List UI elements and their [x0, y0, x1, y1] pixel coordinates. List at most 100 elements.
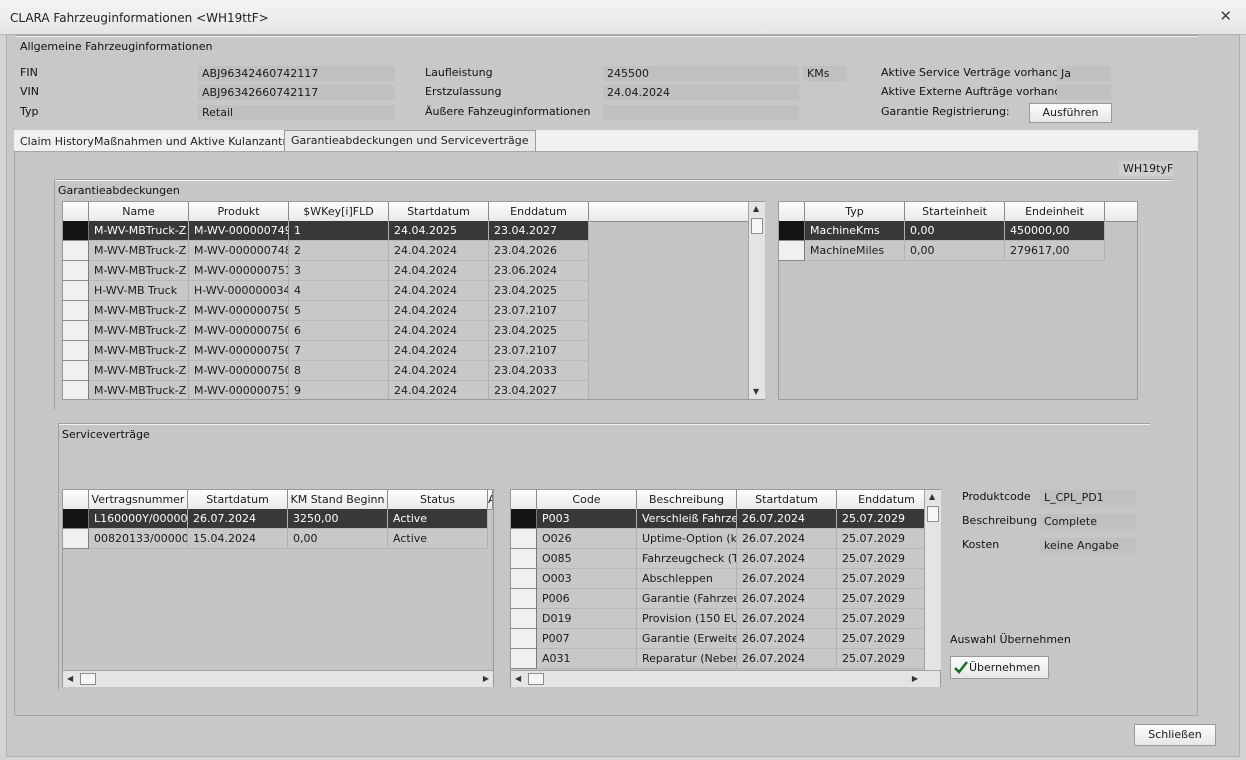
garantie-vscrollbar[interactable]: ▲ ▼ [748, 202, 765, 399]
codes-row[interactable]: A031 Reparatur (Neben 26.07.2024 25.07.2029 [511, 649, 940, 669]
service-cell: 0,00 [288, 529, 388, 549]
garantie-column-header[interactable]: $WKey[i]FLD [289, 202, 389, 221]
service-row[interactable]: 00820133/000001 15.04.2024 0,00 Active [63, 529, 493, 549]
codes-row[interactable]: O003 Abschleppen 26.07.2024 25.07.2029 [511, 569, 940, 589]
einheiten-row[interactable]: MachineMiles 0,00 279617,00 [779, 241, 1137, 261]
scroll-thumb[interactable] [751, 218, 763, 234]
scroll-right-icon[interactable]: ▶ [483, 674, 489, 683]
row-selector[interactable] [511, 609, 537, 629]
service-grid[interactable]: Vertragsnummer Startdatum KM Stand Beginn S… [62, 489, 494, 687]
service-column-header[interactable]: KM Stand Beginn [288, 490, 388, 509]
codes-hscrollbar[interactable]: ◀ ▶ [511, 670, 940, 687]
codes-row[interactable]: P003 Verschleiß Fahrze 26.07.2024 25.07.202… [511, 509, 940, 529]
codes-row[interactable]: P006 Garantie (Fahrzeu 26.07.2024 25.07.202… [511, 589, 940, 609]
tab-massnahmen[interactable]: Maßnahmen und Aktive Kulanzanträge [88, 132, 313, 152]
codes-row[interactable]: D019 Provision (150 EU 26.07.2024 25.07.202… [511, 609, 940, 629]
garantie-cell: 23.04.2027 [489, 381, 589, 399]
einheiten-row[interactable]: MachineKms 0,00 450000,00 [779, 221, 1137, 241]
tab-claim-history[interactable]: Claim History [14, 132, 100, 152]
garantie-row[interactable]: M-WV-MBTruck-Z M-WV-000000750 5 24.04.2024 2… [63, 301, 764, 321]
row-selector[interactable] [511, 569, 537, 589]
garantie-column-header[interactable]: Produkt [189, 202, 289, 221]
tab-garantieabdeckungen[interactable]: Garantieabdeckungen und Serviceverträge [284, 130, 536, 152]
service-column-header[interactable]: Vertragsnummer [89, 490, 188, 509]
service-column-header[interactable]: Startdatum [188, 490, 288, 509]
garantie-cell: M-WV-MBTruck-Z [89, 381, 189, 399]
codes-column-header[interactable]: Startdatum [737, 490, 837, 509]
service-vertraege-label: Aktive Service Verträge vorhanden [881, 66, 1073, 79]
garantie-row[interactable]: M-WV-MBTruck-Z M-WV-000000748 2 24.04.2024 2… [63, 241, 764, 261]
garantie-column-header[interactable]: Name [89, 202, 189, 221]
row-selector[interactable] [779, 221, 805, 241]
service-column-header[interactable]: A [488, 490, 493, 509]
row-selector[interactable] [63, 529, 89, 549]
row-selector[interactable] [63, 321, 89, 341]
garantie-cell: 1 [289, 221, 389, 241]
scroll-up-icon[interactable]: ▲ [929, 492, 935, 501]
row-selector[interactable] [63, 341, 89, 361]
row-selector[interactable] [63, 509, 89, 529]
uebernehmen-button[interactable]: Übernehmen [950, 656, 1049, 679]
scroll-thumb[interactable] [927, 506, 939, 522]
row-selector[interactable] [511, 629, 537, 649]
service-row[interactable]: L160000Y/00000 26.07.2024 3250,00 Active [63, 509, 493, 529]
row-selector[interactable] [511, 649, 537, 669]
garantie-cell: M-WV-MBTruck-Z [89, 361, 189, 381]
codes-grid[interactable]: Code Beschreibung Startdatum Enddatum P003 Ve… [510, 489, 941, 687]
codes-vscrollbar[interactable]: ▲ [924, 490, 941, 670]
row-selector[interactable] [63, 361, 89, 381]
codes-column-header[interactable]: Code [537, 490, 637, 509]
garantie-cell: M-WV-000000751 [189, 381, 289, 399]
einheiten-grid[interactable]: Typ Starteinheit Endeinheit MachineKms 0,00 4… [778, 201, 1138, 400]
garantie-cell: 23.04.2025 [489, 321, 589, 341]
row-selector[interactable] [63, 281, 89, 301]
row-selector[interactable] [63, 221, 89, 241]
typ-label: Typ [20, 105, 39, 118]
row-selector[interactable] [63, 301, 89, 321]
row-selector[interactable] [63, 241, 89, 261]
codes-column-header[interactable]: Enddatum [837, 490, 937, 509]
service-group-frame [58, 424, 1150, 425]
scroll-right-icon[interactable]: ▶ [912, 674, 918, 683]
einheiten-column-header[interactable]: Endeinheit [1005, 202, 1105, 221]
scroll-left-icon[interactable]: ◀ [515, 674, 521, 683]
row-selector[interactable] [63, 381, 89, 399]
codes-row[interactable]: O085 Fahrzeugcheck (T 26.07.2024 25.07.2029 [511, 549, 940, 569]
close-icon[interactable]: ✕ [1219, 7, 1232, 25]
service-column-header[interactable]: Status [388, 490, 488, 509]
scroll-up-icon[interactable]: ▲ [753, 204, 759, 213]
einheiten-column-header[interactable]: Typ [805, 202, 905, 221]
garantie-row[interactable]: M-WV-MBTruck-Z M-WV-000000751 3 24.04.2024 2… [63, 261, 764, 281]
scroll-down-icon[interactable]: ▼ [753, 387, 759, 396]
garantie-row[interactable]: M-WV-MBTruck-Z M-WV-000000751 9 24.04.2024 2… [63, 381, 764, 399]
schliessen-button[interactable]: Schließen [1134, 724, 1216, 746]
row-selector[interactable] [511, 589, 537, 609]
garantie-cell: M-WV-000000751 [189, 261, 289, 281]
garantie-grid[interactable]: Name Produkt $WKey[i]FLD Startdatum Enddatum… [62, 201, 765, 400]
einheiten-column-header[interactable]: Starteinheit [905, 202, 1005, 221]
service-hscrollbar[interactable]: ◀ ▶ [63, 670, 493, 687]
garantie-row[interactable]: M-WV-MBTruck-Z M-WV-000000750 6 24.04.2024 2… [63, 321, 764, 341]
einheiten-header-corner [779, 202, 805, 221]
garantie-row[interactable]: M-WV-MBTruck-Z M-WV-000000749 1 24.04.2025 2… [63, 221, 764, 241]
garantie-row[interactable]: M-WV-MBTruck-Z M-WV-000000750 7 24.04.2024 2… [63, 341, 764, 361]
row-selector[interactable] [511, 549, 537, 569]
garantie-column-header[interactable]: Enddatum [489, 202, 589, 221]
codes-column-header[interactable]: Beschreibung [637, 490, 737, 509]
scroll-thumb[interactable] [80, 673, 96, 685]
garantie-column-header[interactable]: Startdatum [389, 202, 489, 221]
codes-row[interactable]: P007 Garantie (Erweiter 26.07.2024 25.07.20… [511, 629, 940, 649]
scroll-left-icon[interactable]: ◀ [67, 674, 73, 683]
row-selector[interactable] [63, 261, 89, 281]
beschreibung-field: Complete [1040, 514, 1136, 529]
typ-field: Retail [198, 105, 395, 120]
scroll-thumb[interactable] [528, 673, 544, 685]
row-selector[interactable] [779, 241, 805, 261]
row-selector[interactable] [511, 529, 537, 549]
garantie-row[interactable]: M-WV-MBTruck-Z M-WV-000000750 8 24.04.2024 2… [63, 361, 764, 381]
codes-row[interactable]: O026 Uptime-Option (ko 26.07.2024 25.07.202… [511, 529, 940, 549]
ausfuehren-button[interactable]: Ausführen [1029, 103, 1112, 123]
garantie-row[interactable]: H-WV-MB Truck H-WV-000000034 4 24.04.2024 23… [63, 281, 764, 301]
row-selector[interactable] [511, 509, 537, 529]
garantie-cell: 23.07.2107 [489, 341, 589, 361]
